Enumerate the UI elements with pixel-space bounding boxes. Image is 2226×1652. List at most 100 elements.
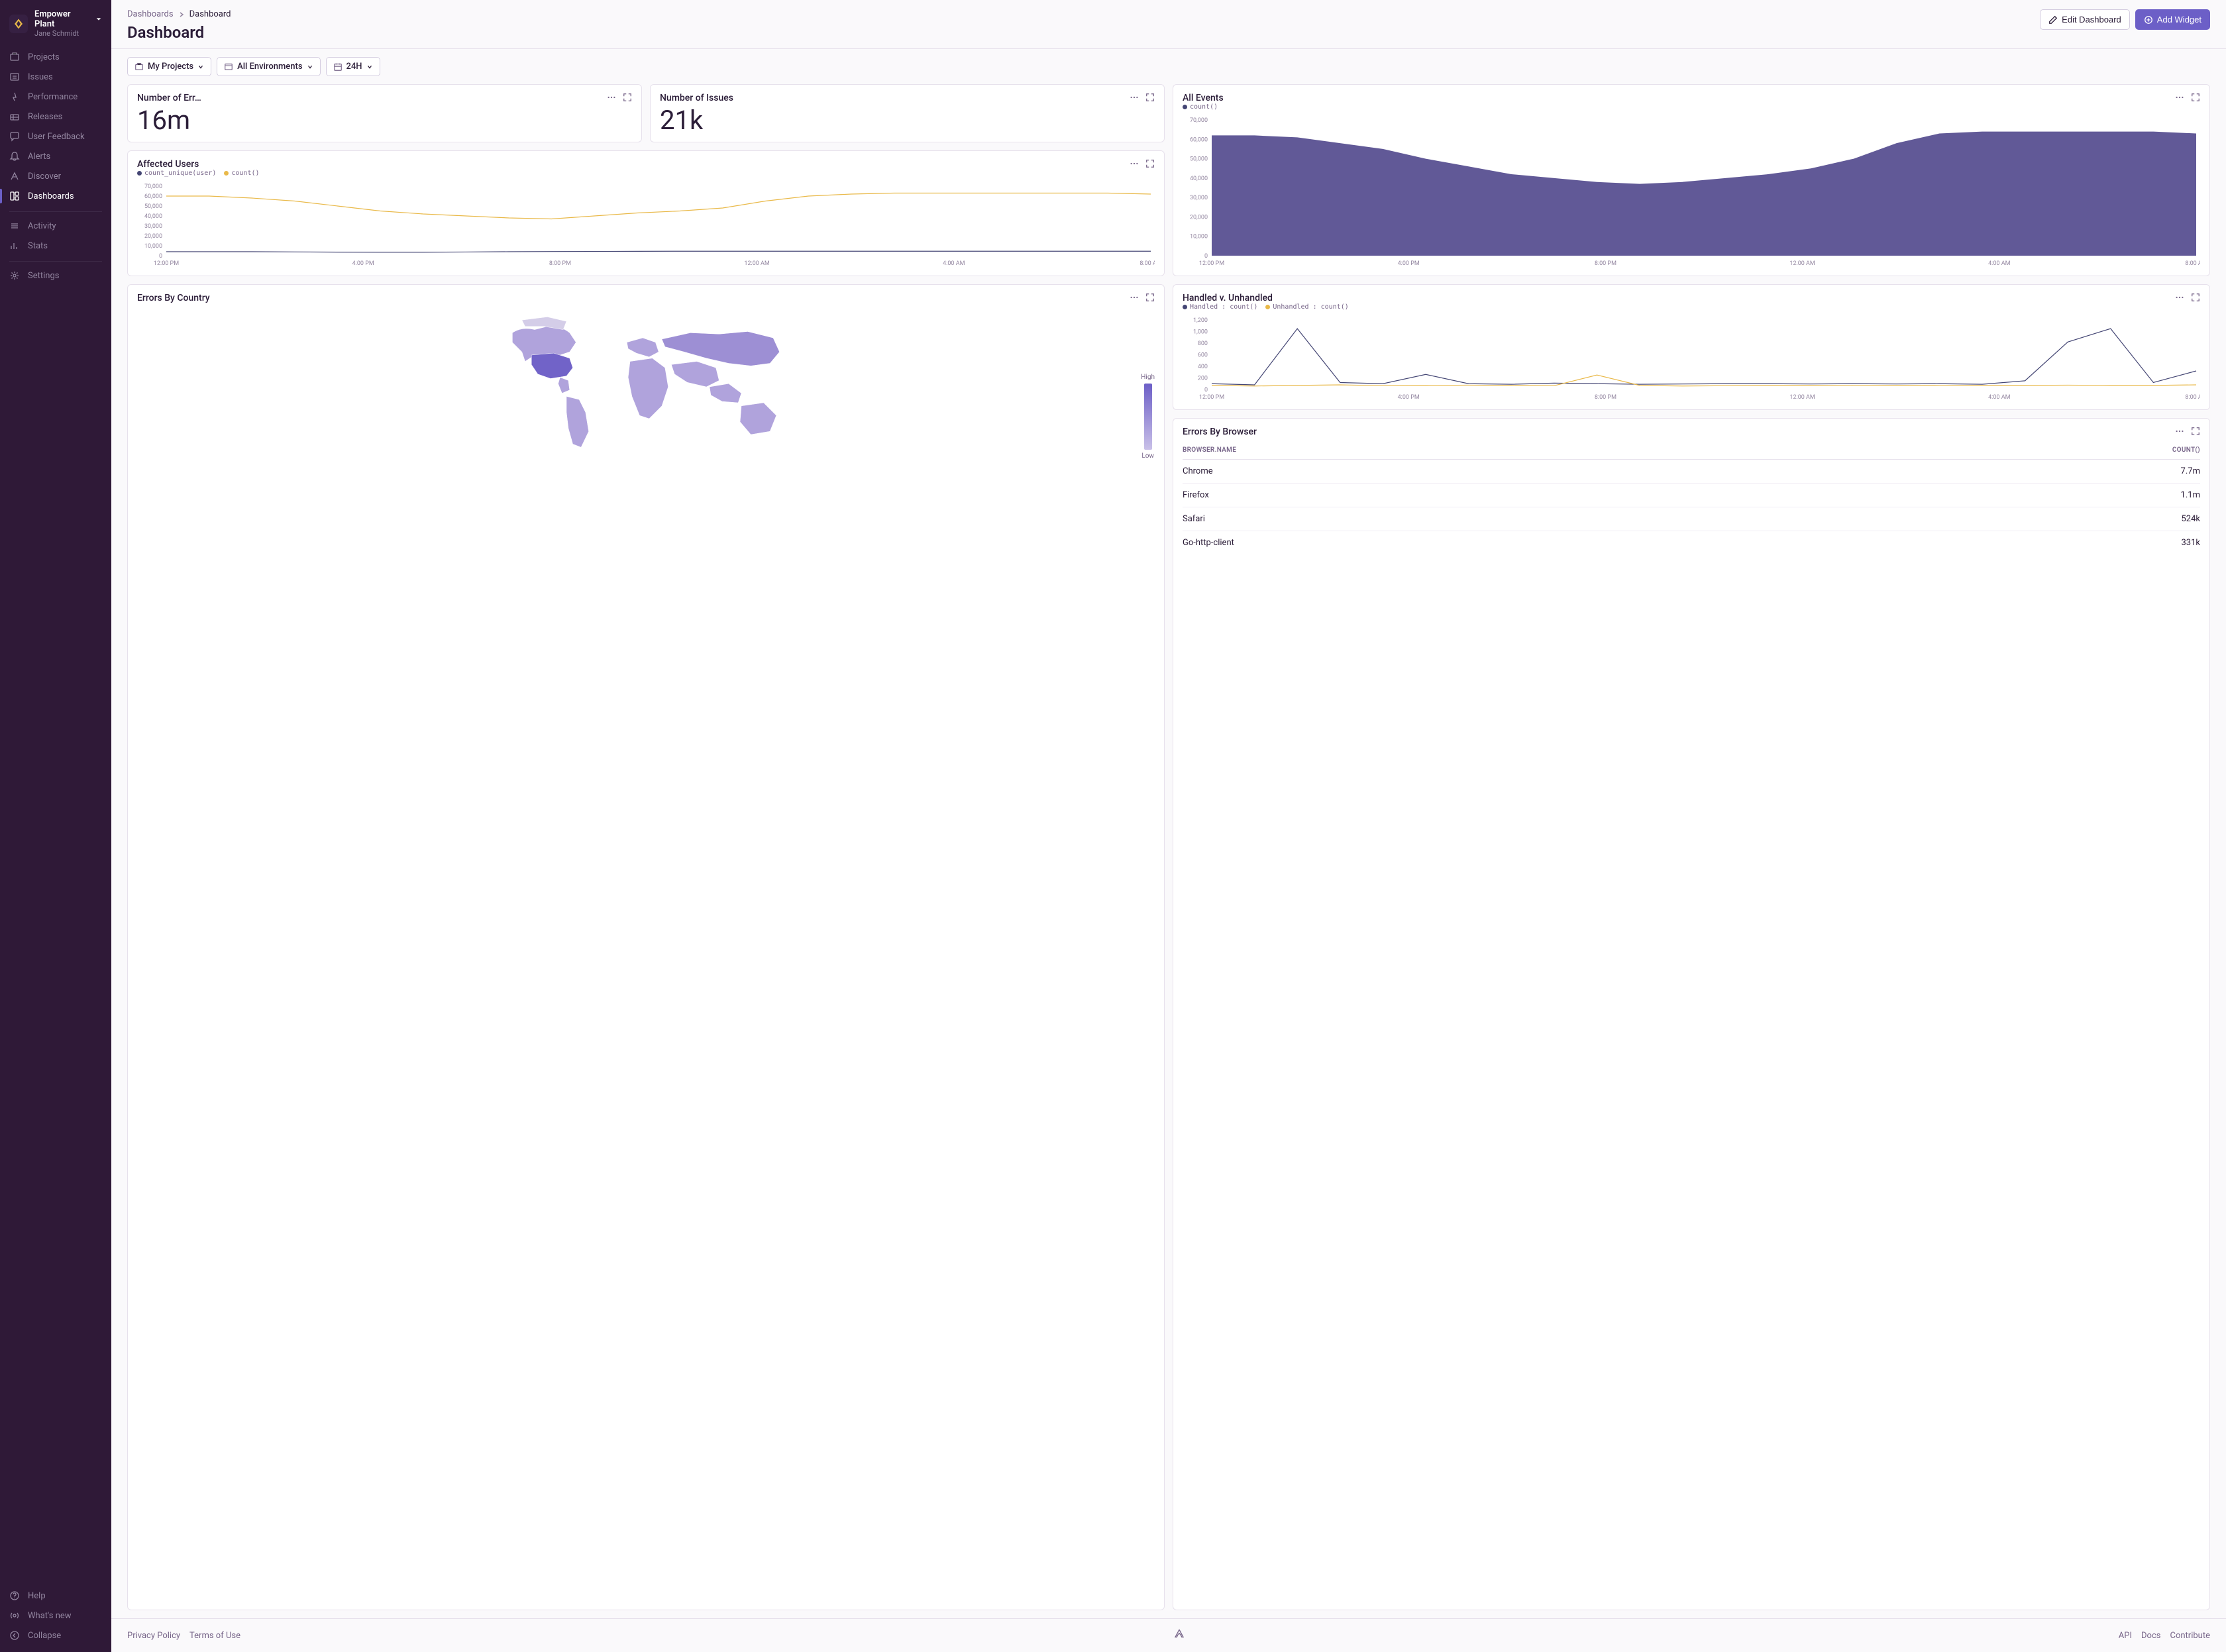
table-row[interactable]: Safari524k: [1183, 507, 2200, 531]
more-icon[interactable]: [2175, 427, 2184, 436]
svg-text:60,000: 60,000: [144, 193, 162, 200]
more-icon[interactable]: [1130, 293, 1139, 302]
expand-icon[interactable]: [1145, 93, 1155, 102]
svg-text:20,000: 20,000: [1190, 214, 1208, 221]
world-map: [137, 307, 1155, 466]
breadcrumb-root[interactable]: Dashboards: [127, 9, 174, 19]
widget-value: 21k: [660, 107, 1155, 134]
sidebar-item-issues[interactable]: Issues: [0, 67, 111, 87]
settings-icon: [9, 270, 20, 281]
table-row[interactable]: Chrome7.7m: [1183, 460, 2200, 484]
widget-errors-by-country: Errors By Country: [127, 284, 1165, 1610]
svg-text:40,000: 40,000: [144, 213, 162, 220]
svg-text:30,000: 30,000: [1190, 195, 1208, 201]
more-icon[interactable]: [1130, 159, 1139, 168]
edit-dashboard-button[interactable]: Edit Dashboard: [2040, 9, 2130, 30]
sidebar-item-settings[interactable]: Settings: [0, 266, 111, 285]
svg-text:4:00 PM: 4:00 PM: [1398, 260, 1420, 267]
expand-icon[interactable]: [2191, 427, 2200, 436]
table-row[interactable]: Go-http-client331k: [1183, 531, 2200, 555]
expand-icon[interactable]: [623, 93, 632, 102]
sidebar-item-label: Issues: [28, 72, 53, 82]
footer-link[interactable]: Docs: [2141, 1631, 2160, 1641]
projects-icon: [9, 52, 20, 62]
footer-link[interactable]: Contribute: [2170, 1631, 2210, 1641]
breadcrumb: Dashboards Dashboard: [127, 9, 231, 19]
primary-nav: Projects Issues PerformanceReleases User Fe…: [0, 44, 111, 1586]
time-range-filter[interactable]: 24H: [326, 57, 380, 76]
projects-filter[interactable]: My Projects: [127, 57, 211, 76]
widget-affected-users: Affected Users count_unique(user)count()…: [127, 150, 1165, 276]
svg-text:4:00 AM: 4:00 AM: [943, 260, 965, 267]
svg-text:200: 200: [1198, 376, 1208, 382]
sidebar-item-label: Projects: [28, 52, 60, 62]
sidebar-item-dashboards[interactable]: Dashboards: [0, 186, 111, 206]
discover-icon: [9, 171, 20, 181]
more-icon[interactable]: [2175, 93, 2184, 102]
sidebar-item-label: Stats: [28, 241, 48, 251]
org-logo: [9, 15, 28, 33]
nav-divider: [9, 211, 102, 212]
svg-text:0: 0: [1204, 253, 1208, 260]
expand-icon[interactable]: [2191, 293, 2200, 302]
svg-text:600: 600: [1198, 352, 1208, 359]
svg-text:12:00 AM: 12:00 AM: [1789, 394, 1815, 401]
dashboards-icon: [9, 191, 20, 201]
svg-text:800: 800: [1198, 340, 1208, 347]
footer-link[interactable]: Terms of Use: [189, 1631, 240, 1641]
legend-item: Unhandled : count(): [1265, 303, 1348, 311]
expand-icon[interactable]: [2191, 93, 2200, 102]
sidebar-item-performance[interactable]: Performance: [0, 87, 111, 107]
sidebar-item-collapse[interactable]: Collapse: [0, 1626, 111, 1645]
svg-text:8:00 PM: 8:00 PM: [1595, 394, 1616, 401]
svg-text:8:00 AM: 8:00 AM: [2185, 260, 2200, 267]
sidebar-item-projects[interactable]: Projects: [0, 47, 111, 67]
svg-text:12:00 PM: 12:00 PM: [1199, 260, 1224, 267]
more-icon[interactable]: [2175, 293, 2184, 302]
table-row[interactable]: Firefox1.1m: [1183, 484, 2200, 507]
environments-filter[interactable]: All Environments: [217, 57, 320, 76]
sidebar-item-alerts[interactable]: Alerts: [0, 146, 111, 166]
widget-title: Affected Users: [137, 159, 260, 170]
sidebar-item-label: What's new: [28, 1611, 72, 1621]
svg-text:12:00 PM: 12:00 PM: [1199, 394, 1224, 401]
add-widget-button[interactable]: Add Widget: [2135, 9, 2210, 30]
sidebar-item-label: Alerts: [28, 152, 50, 162]
svg-text:10,000: 10,000: [144, 243, 162, 250]
sidebar-item-releases[interactable]: Releases: [0, 107, 111, 127]
sidebar-item-stats[interactable]: Stats: [0, 236, 111, 256]
expand-icon[interactable]: [1145, 293, 1155, 302]
sidebar-item-user-feedback[interactable]: User Feedback: [0, 127, 111, 146]
sidebar-item-help[interactable]: Help: [0, 1586, 111, 1606]
chevron-down-icon: [197, 64, 204, 70]
expand-icon[interactable]: [1145, 159, 1155, 168]
legend-item: Handled : count(): [1183, 303, 1257, 311]
more-icon[interactable]: [607, 93, 616, 102]
svg-text:8:00 AM: 8:00 AM: [1140, 260, 1155, 267]
legend-item: count(): [1183, 103, 1218, 111]
footer-link[interactable]: Privacy Policy: [127, 1631, 180, 1641]
sidebar-item-activity[interactable]: Activity: [0, 216, 111, 236]
table-header-browser: BROWSER.NAME: [1183, 441, 1852, 460]
svg-text:8:00 AM: 8:00 AM: [2185, 394, 2200, 401]
widget-title: Handled v. Unhandled: [1183, 293, 1349, 303]
issues-icon: [9, 72, 20, 82]
svg-text:30,000: 30,000: [144, 223, 162, 230]
svg-text:400: 400: [1198, 364, 1208, 370]
sidebar-item-discover[interactable]: Discover: [0, 166, 111, 186]
footer-link[interactable]: API: [2119, 1631, 2132, 1641]
svg-text:4:00 PM: 4:00 PM: [352, 260, 374, 267]
org-switcher[interactable]: Empower Plant Jane Schmidt: [0, 0, 111, 44]
widget-value: 16m: [137, 107, 632, 134]
widget-handled-unhandled: Handled v. Unhandled Handled : count() Un…: [1173, 284, 2210, 410]
legend-item: count_unique(user): [137, 170, 216, 177]
sidebar-item-whats-new[interactable]: What's new: [0, 1606, 111, 1626]
svg-text:50,000: 50,000: [144, 203, 162, 210]
sidebar-item-label: User Feedback: [28, 132, 85, 142]
more-icon[interactable]: [1130, 93, 1139, 102]
pencil-icon: [2048, 15, 2058, 25]
sidebar-item-label: Help: [28, 1591, 46, 1601]
page-title: Dashboard: [127, 23, 231, 42]
svg-text:70,000: 70,000: [1190, 117, 1208, 124]
widget-all-events: All Events count() 010,00020,00030,00040…: [1173, 84, 2210, 276]
